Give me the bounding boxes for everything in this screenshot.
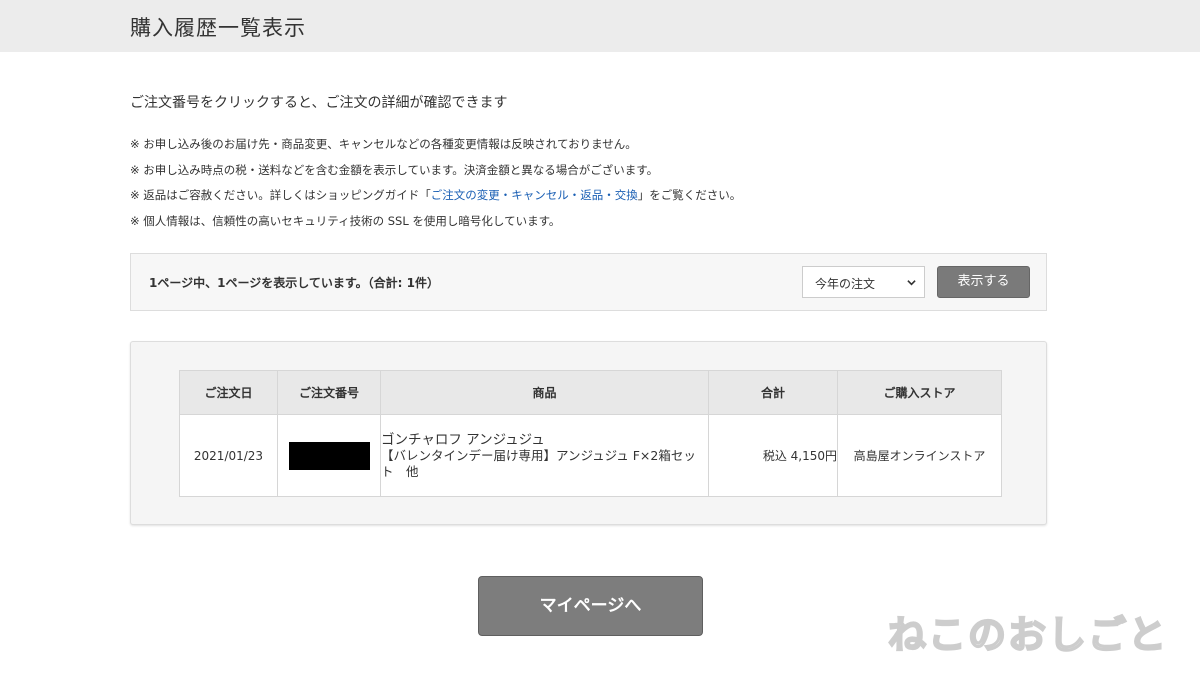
- header-bar: 購入履歴一覧表示: [0, 0, 1200, 52]
- period-select[interactable]: 今年の注文: [802, 266, 925, 298]
- order-date: 2021/01/23: [179, 414, 278, 497]
- chevron-down-icon: [907, 280, 916, 286]
- note-item: ※ お申し込み時点の税・送料などを含む金額を表示しています。決済金額と異なる場合…: [130, 162, 659, 177]
- product-name: 【バレンタインデー届け専用】アンジュジュ F×2箱セット 他: [381, 447, 696, 479]
- header-total: 合計: [708, 370, 838, 415]
- period-select-value: 今年の注文: [815, 277, 876, 291]
- header-order-number: ご注文番号: [277, 370, 381, 415]
- page-title: 購入履歴一覧表示: [130, 16, 306, 40]
- order-number-cell: [277, 414, 381, 497]
- order-box: ご注文日 ご注文番号 商品 合計 ご購入ストア 2021/01/23 ゴンチャロ…: [130, 341, 1047, 525]
- note-item: ※ 個人情報は、信頼性の高いセキュリティ技術の SSL を使用し暗号化しています…: [130, 214, 561, 229]
- watermark-logo: ねこのおしごと: [887, 612, 1169, 658]
- pager-text: 1ページ中、1ページを表示しています。（合計: 1件）: [149, 276, 439, 290]
- order-total: 税込 4,150円: [708, 414, 838, 497]
- intro-text: ご注文番号をクリックすると、ご注文の詳細が確認できます: [130, 95, 508, 111]
- mypage-button[interactable]: マイページへ: [478, 576, 703, 636]
- header-product: 商品: [380, 370, 709, 415]
- orders-table: ご注文日 ご注文番号 商品 合計 ご購入ストア 2021/01/23 ゴンチャロ…: [179, 370, 1002, 497]
- note-text: 」をご覧ください。: [637, 188, 742, 203]
- show-button[interactable]: 表示する: [937, 266, 1030, 298]
- note-item: ※ 返品はご容赦ください。詳しくはショッピングガイド「ご注文の変更・キャンセル・…: [130, 186, 741, 212]
- table-row: 2021/01/23 ゴンチャロフ アンジュジュ 【バレンタインデー届け専用】ア…: [179, 414, 1002, 497]
- order-store: 高島屋オンラインストア: [837, 414, 1002, 497]
- table-header-row: ご注文日 ご注文番号 商品 合計 ご購入ストア: [179, 370, 1002, 415]
- note-text: ※ 返品はご容赦ください。詳しくはショッピングガイド「: [130, 188, 431, 203]
- header-date: ご注文日: [179, 370, 278, 415]
- product-brand: ゴンチャロフ アンジュジュ: [381, 431, 545, 448]
- order-number-link[interactable]: [288, 441, 370, 470]
- pager-box: 1ページ中、1ページを表示しています。（合計: 1件） 今年の注文 表示する: [130, 253, 1047, 311]
- guide-link[interactable]: ご注文の変更・キャンセル・返品・交換: [431, 188, 638, 202]
- notes-list: ※ お申し込み後のお届け先・商品変更、キャンセルなどの各種変更情報は反映されてお…: [130, 135, 741, 238]
- note-item: ※ お申し込み後のお届け先・商品変更、キャンセルなどの各種変更情報は反映されてお…: [130, 137, 637, 151]
- header-store: ご購入ストア: [837, 370, 1002, 415]
- product-cell: ゴンチャロフ アンジュジュ 【バレンタインデー届け専用】アンジュジュ F×2箱セ…: [380, 414, 709, 497]
